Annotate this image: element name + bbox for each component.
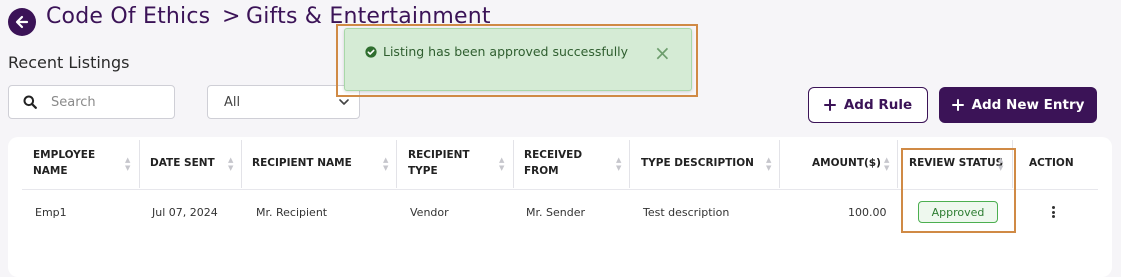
sort-icon[interactable]: ▲ ▼ — [499, 156, 504, 172]
add-rule-button[interactable]: Add Rule — [808, 87, 928, 123]
back-arrow-icon — [15, 15, 29, 29]
add-new-entry-label: Add New Entry — [971, 97, 1085, 113]
breadcrumb-separator: > — [222, 4, 241, 29]
sort-icon[interactable]: ▲ ▼ — [383, 156, 388, 172]
column-divider — [139, 140, 140, 188]
column-divider — [396, 140, 397, 188]
search-icon — [23, 95, 37, 109]
col-header-amount[interactable]: AMOUNT($) — [812, 155, 881, 171]
review-status-highlight — [901, 148, 1016, 233]
col-header-recipient-type[interactable]: RECIPIENT TYPE — [408, 147, 470, 179]
sort-icon[interactable]: ▲ ▼ — [884, 156, 889, 172]
sort-icon[interactable]: ▲ ▼ — [616, 156, 621, 172]
sort-icon[interactable]: ▲ ▼ — [125, 156, 130, 172]
column-divider — [629, 140, 630, 188]
col-header-employee-name[interactable]: EMPLOYEE NAME — [33, 147, 95, 179]
sort-icon[interactable]: ▲ ▼ — [228, 156, 233, 172]
plus-icon — [951, 99, 964, 111]
cell-employee: Emp1 — [35, 206, 67, 219]
toast-highlight — [336, 24, 698, 97]
close-icon[interactable]: × — [654, 43, 671, 63]
add-new-entry-button[interactable]: Add New Entry — [939, 87, 1097, 123]
check-circle-icon — [365, 45, 377, 58]
toast-message: Listing has been approved successfully — [383, 44, 629, 59]
col-header-action: ACTION — [1029, 157, 1074, 169]
col-header-date-sent[interactable]: DATE SENT — [150, 155, 215, 171]
back-button[interactable] — [8, 8, 36, 36]
column-divider — [897, 140, 898, 188]
cell-amount: 100.00 — [848, 206, 887, 219]
cell-date-sent: Jul 07, 2024 — [152, 206, 218, 219]
chevron-down-icon — [339, 99, 349, 105]
cell-recipient-type: Vendor — [410, 206, 449, 219]
breadcrumb-parent[interactable]: Code Of Ethics — [46, 4, 210, 29]
search-input[interactable] — [49, 93, 163, 111]
col-header-type-description[interactable]: TYPE DESCRIPTION — [641, 155, 754, 171]
col-header-received-from[interactable]: RECEIVED FROM — [524, 147, 582, 179]
section-title: Recent Listings — [8, 53, 130, 72]
plus-icon — [823, 99, 836, 111]
add-rule-label: Add Rule — [843, 97, 913, 113]
toast-message-row: Listing has been approved successfully — [365, 44, 628, 59]
col-header-recipient-name[interactable]: RECIPIENT NAME — [252, 155, 352, 171]
column-divider — [513, 140, 514, 188]
sort-icon[interactable]: ▲ ▼ — [766, 156, 771, 172]
cell-type-description: Test description — [643, 206, 730, 219]
column-divider — [779, 140, 780, 188]
search-box — [8, 85, 175, 119]
cell-recipient-name: Mr. Recipient — [256, 206, 328, 219]
cell-received-from: Mr. Sender — [526, 206, 585, 219]
filter-select-value: All — [224, 94, 241, 110]
column-divider — [241, 140, 242, 188]
kebab-menu-icon[interactable] — [1050, 206, 1056, 218]
